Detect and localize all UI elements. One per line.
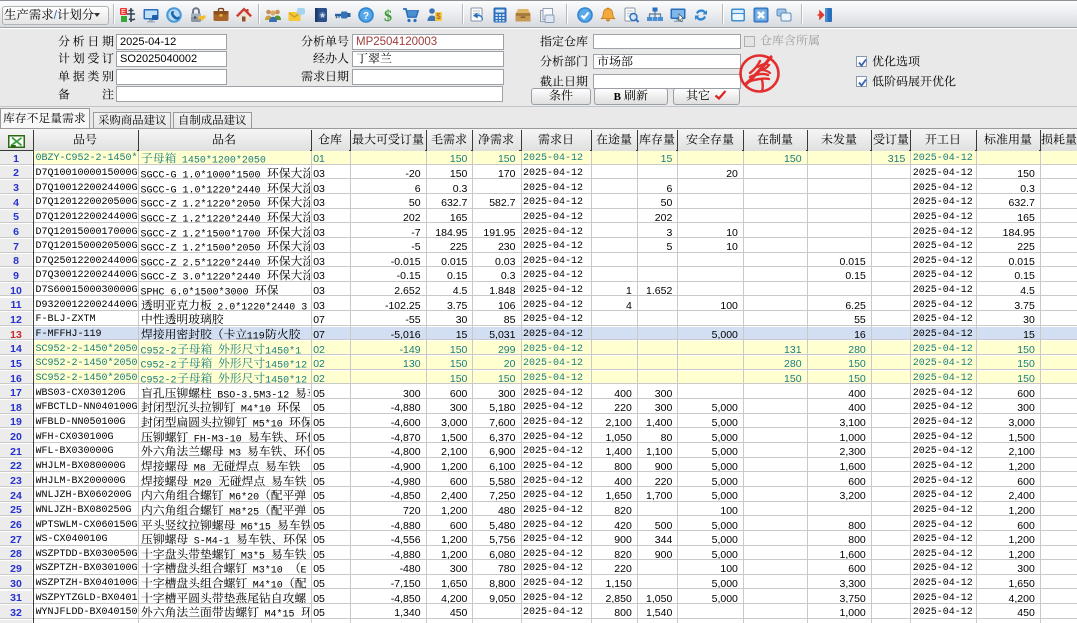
svg-text:?: ? xyxy=(363,11,369,22)
svg-text:E: E xyxy=(121,9,126,16)
svg-text:$: $ xyxy=(436,12,441,21)
svg-text:$: $ xyxy=(384,8,392,24)
